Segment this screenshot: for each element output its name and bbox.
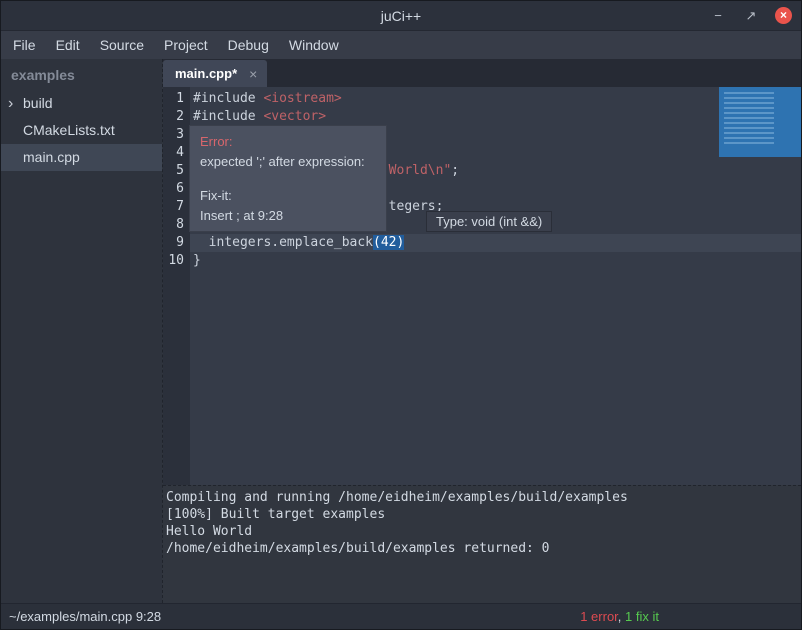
minimap[interactable] xyxy=(719,87,801,157)
code-segment: World\n" xyxy=(389,163,452,178)
line-number: 2 xyxy=(163,108,190,126)
app-window: juCi++ − ↗ × File Edit Source Project De… xyxy=(0,0,802,630)
line-number: 3 xyxy=(163,126,190,144)
terminal-line: Compiling and running /home/eidheim/exam… xyxy=(166,489,801,506)
code-segment: #include xyxy=(193,109,263,124)
line-number: 6 xyxy=(163,180,190,198)
line-number: 8 xyxy=(163,216,190,234)
status-file-location: ~/examples/main.cpp 9:28 xyxy=(9,609,161,624)
project-name-header: examples xyxy=(1,59,162,90)
tree-item-label: CMakeLists.txt xyxy=(23,122,115,138)
terminal-line: /home/eidheim/examples/build/examples re… xyxy=(166,540,801,557)
menubar: File Edit Source Project Debug Window xyxy=(1,31,801,59)
line-number: 4 xyxy=(163,144,190,162)
menu-project[interactable]: Project xyxy=(154,33,218,57)
tab-close-icon[interactable]: × xyxy=(249,66,257,82)
main-column: main.cpp* × 1#include <iostream>2#includ… xyxy=(163,59,801,603)
tooltip-spacer xyxy=(200,172,376,186)
line-number: 1 xyxy=(163,90,190,108)
line-number: 10 xyxy=(163,252,190,270)
code-line[interactable]: 9 integers.emplace_back(42) xyxy=(163,234,801,252)
menu-file[interactable]: File xyxy=(3,33,46,57)
type-tooltip: Type: void (int &&) xyxy=(426,211,552,232)
code-segment: #include xyxy=(193,91,263,106)
status-fixit-count: 1 fix it xyxy=(625,609,659,624)
tab-label: main.cpp* xyxy=(175,66,237,81)
sidebar-item-maincpp[interactable]: main.cpp xyxy=(1,144,162,171)
code-line-content: } xyxy=(190,252,201,270)
code-segment: <iostream> xyxy=(263,91,341,106)
body: examples › build CMakeLists.txt main.cpp… xyxy=(1,59,801,603)
terminal-output: Compiling and running /home/eidheim/exam… xyxy=(166,489,801,557)
line-number: 5 xyxy=(163,162,190,180)
status-separator: , xyxy=(618,609,625,624)
tooltip-error-title: Error: xyxy=(200,132,376,152)
line-number: 9 xyxy=(163,234,190,252)
code-line[interactable]: 10} xyxy=(163,252,801,270)
code-segment: (42) xyxy=(373,235,404,250)
minimize-button[interactable]: − xyxy=(709,7,727,25)
window-title: juCi++ xyxy=(381,8,421,24)
terminal-line: Hello World xyxy=(166,523,801,540)
tooltip-error-message: expected ';' after expression: xyxy=(200,152,376,172)
status-diagnostics: 1 error, 1 fix it xyxy=(580,609,659,624)
menu-edit[interactable]: Edit xyxy=(46,33,90,57)
tab-maincpp[interactable]: main.cpp* × xyxy=(163,60,267,87)
code-line-content: #include <iostream> xyxy=(190,90,342,108)
error-fixit-tooltip: Error: expected ';' after expression: Fi… xyxy=(189,125,387,232)
code-segment: integers.emplace_back xyxy=(193,235,373,250)
tree-item-label: build xyxy=(23,95,53,111)
close-button[interactable]: × xyxy=(775,7,792,24)
tabbar: main.cpp* × xyxy=(163,59,801,87)
code-segment: } xyxy=(193,253,201,268)
code-line-content: integers.emplace_back(42) xyxy=(190,234,404,252)
terminal-panel[interactable]: Compiling and running /home/eidheim/exam… xyxy=(163,486,801,603)
minimap-code-lines xyxy=(724,92,774,144)
menu-window[interactable]: Window xyxy=(279,33,349,57)
sidebar-item-cmakelists[interactable]: CMakeLists.txt xyxy=(1,117,162,144)
code-line[interactable]: 2#include <vector> xyxy=(163,108,801,126)
sidebar-item-build[interactable]: › build xyxy=(1,90,162,117)
file-tree-sidebar: examples › build CMakeLists.txt main.cpp xyxy=(1,59,162,603)
code-line[interactable]: 1#include <iostream> xyxy=(163,90,801,108)
menu-source[interactable]: Source xyxy=(90,33,154,57)
code-segment: ; xyxy=(451,163,459,178)
chevron-right-icon: › xyxy=(8,90,13,117)
tooltip-fixit-label: Fix-it: xyxy=(200,186,376,206)
status-error-count: 1 error xyxy=(580,609,618,624)
titlebar: juCi++ − ↗ × xyxy=(1,1,801,31)
tooltip-fixit-text: Insert ; at 9:28 xyxy=(200,206,376,226)
statusbar: ~/examples/main.cpp 9:28 1 error, 1 fix … xyxy=(1,603,801,629)
tree-item-label: main.cpp xyxy=(23,149,80,165)
window-controls: − ↗ × xyxy=(709,1,792,30)
editor[interactable]: 1#include <iostream>2#include <vector>34… xyxy=(163,87,801,485)
line-number: 7 xyxy=(163,198,190,216)
maximize-button[interactable]: ↗ xyxy=(742,7,760,25)
code-line-content: #include <vector> xyxy=(190,108,326,126)
menu-debug[interactable]: Debug xyxy=(218,33,279,57)
terminal-line: [100%] Built target examples xyxy=(166,506,801,523)
code-segment: <vector> xyxy=(263,109,326,124)
